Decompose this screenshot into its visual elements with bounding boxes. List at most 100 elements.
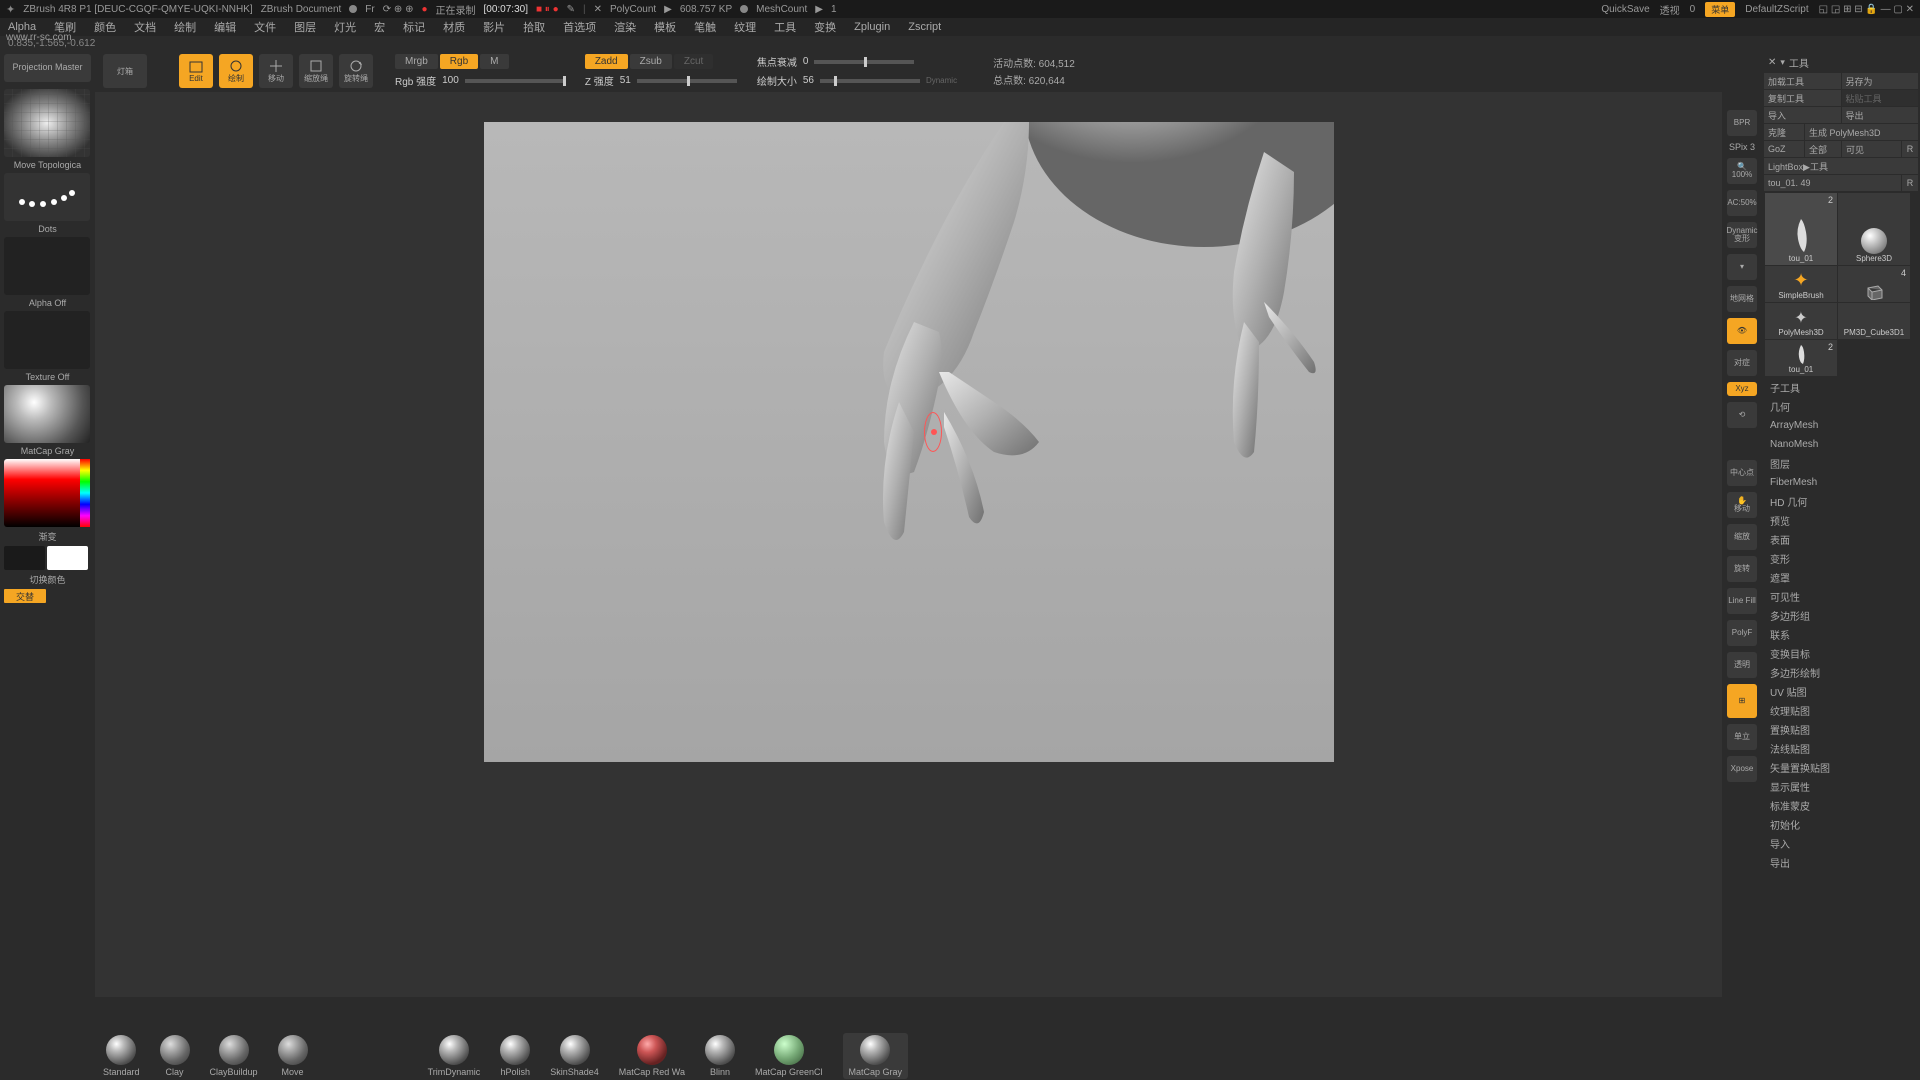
texture-preview[interactable] [4, 311, 90, 369]
tool-item-cube[interactable]: 4 [1838, 266, 1910, 302]
goz-r-button[interactable]: R [1902, 141, 1918, 157]
xyz-button[interactable]: Xyz [1727, 382, 1757, 396]
menu-tool[interactable]: 工具 [774, 19, 796, 35]
z-intensity-slider[interactable]: Z 强度 51 [585, 73, 737, 88]
menu-stencil[interactable]: 模板 [654, 19, 676, 35]
canvas-area[interactable] [95, 92, 1722, 997]
close-icon[interactable]: ✕ [1768, 57, 1776, 68]
rgb-intensity-slider[interactable]: Rgb 强度 100 [395, 73, 565, 88]
section-import[interactable]: 导入 [1764, 834, 1918, 852]
menu-marker[interactable]: 标记 [403, 19, 425, 35]
rec-controls-icon[interactable]: ■ ⏸ ● [536, 4, 559, 15]
brush-preview[interactable] [4, 89, 90, 157]
section-polypaint[interactable]: 多边形绘制 [1764, 663, 1918, 681]
floor-grid-button[interactable]: 地网格 [1727, 286, 1757, 312]
menu-preferences[interactable]: 首选项 [563, 19, 596, 35]
material-preview[interactable] [4, 385, 90, 443]
move-button[interactable]: ✋移动 [1727, 492, 1757, 518]
section-morph-target[interactable]: 变换目标 [1764, 644, 1918, 662]
zsub-button[interactable]: Zsub [630, 54, 672, 69]
menu-button[interactable]: 菜单 [1705, 2, 1735, 17]
material-matcap-red[interactable]: MatCap Red Wa [619, 1035, 685, 1077]
material-skinshade4[interactable]: SkinShade4 [550, 1035, 599, 1077]
tool-item-tou01[interactable]: 2tou_01 [1765, 193, 1837, 265]
make-polymesh-button[interactable]: 生成 PolyMesh3D [1805, 124, 1918, 140]
draw-size-slider[interactable]: 绘制大小 56 Dynamic [757, 73, 957, 88]
rotate-button[interactable]: 旋转 [1727, 556, 1757, 582]
goz-all-button[interactable]: 全部 [1805, 141, 1841, 157]
solo-button[interactable]: 单立 [1727, 724, 1757, 750]
section-masking[interactable]: 遮罩 [1764, 568, 1918, 586]
xpose-button[interactable]: Xpose [1727, 756, 1757, 782]
menu-transform[interactable]: 变换 [814, 19, 836, 35]
tool-item-sphere3d[interactable]: Sphere3D [1838, 193, 1910, 265]
clone-button[interactable]: 克隆 [1764, 124, 1804, 140]
stroke-dots-preview[interactable] [4, 173, 90, 221]
rotate-axis-button[interactable]: ⟲ [1727, 402, 1757, 428]
default-zscript[interactable]: DefaultZScript [1745, 4, 1808, 15]
section-uv-map[interactable]: UV 贴图 [1764, 682, 1918, 700]
menu-render[interactable]: 渲染 [614, 19, 636, 35]
menu-movie[interactable]: 影片 [483, 19, 505, 35]
quicksave-button[interactable]: QuickSave [1601, 4, 1649, 15]
menu-edit[interactable]: 编辑 [214, 19, 236, 35]
section-texture-map[interactable]: 纹理贴图 [1764, 701, 1918, 719]
polyframe-button[interactable]: PolyF [1727, 620, 1757, 646]
goz-visible-button[interactable]: 可见 [1842, 141, 1901, 157]
dynamic-button[interactable]: ⊞ [1727, 684, 1757, 718]
section-arraymesh[interactable]: ArrayMesh [1764, 416, 1918, 434]
menu-draw[interactable]: 绘制 [174, 19, 196, 35]
tool-item-star[interactable]: ✦SimpleBrush [1765, 266, 1837, 302]
current-tool-name[interactable]: tou_01. 49 [1764, 175, 1901, 191]
menu-layer[interactable]: 图层 [294, 19, 316, 35]
projection-master-button[interactable]: Projection Master [4, 54, 91, 82]
section-nanomesh[interactable]: NanoMesh [1764, 435, 1918, 453]
load-tool-button[interactable]: 加载工具 [1764, 73, 1841, 89]
mrgb-button[interactable]: Mrgb [395, 54, 438, 69]
tool-r-button[interactable]: R [1902, 175, 1918, 191]
edit-mode-button[interactable]: Edit [179, 54, 213, 88]
transparent-button[interactable]: 透明 [1727, 652, 1757, 678]
bpr-button[interactable]: BPR [1727, 110, 1757, 136]
m-button[interactable]: M [480, 54, 508, 69]
menu-macro[interactable]: 宏 [374, 19, 385, 35]
section-polygroups[interactable]: 多边形组 [1764, 606, 1918, 624]
menu-material[interactable]: 材质 [443, 19, 465, 35]
focal-shift-slider[interactable]: 焦点衰减 0 [757, 54, 957, 69]
zadd-button[interactable]: Zadd [585, 54, 628, 69]
section-contact[interactable]: 联系 [1764, 625, 1918, 643]
viewport[interactable] [484, 122, 1334, 762]
primary-color-swatch[interactable] [47, 546, 88, 570]
dynamic-persp-button[interactable]: Dynamic 变形 [1727, 222, 1757, 248]
section-deformation[interactable]: 变形 [1764, 549, 1918, 567]
tool-item-tou01-2[interactable]: 2tou_01 [1765, 340, 1837, 376]
section-displacement-map[interactable]: 置换贴图 [1764, 720, 1918, 738]
material-matcap-gray[interactable]: MatCap Gray [843, 1033, 909, 1079]
tool-panel-header[interactable]: ✕ ▾ 工具 [1764, 52, 1918, 72]
move-mode-button[interactable]: 移动 [259, 54, 293, 88]
menu-light[interactable]: 灯光 [334, 19, 356, 35]
section-export[interactable]: 导出 [1764, 853, 1918, 871]
menu-color[interactable]: 颜色 [94, 19, 116, 35]
scale-mode-button[interactable]: 缩放绳 [299, 54, 333, 88]
alpha-preview[interactable] [4, 237, 90, 295]
pencil-icon[interactable]: ✎ [567, 4, 575, 15]
import-button[interactable]: 导入 [1764, 107, 1841, 123]
line-fill-button[interactable]: Line Fill [1727, 588, 1757, 614]
alternate-button[interactable]: 交替 [4, 589, 46, 603]
menu-picker[interactable]: 拾取 [523, 19, 545, 35]
secondary-color-swatch[interactable] [4, 546, 45, 570]
brush-trimdynamic[interactable]: TrimDynamic [428, 1035, 481, 1077]
section-surface[interactable]: 表面 [1764, 530, 1918, 548]
save-as-button[interactable]: 另存为 [1842, 73, 1919, 89]
zoom-button[interactable]: 缩放 [1727, 524, 1757, 550]
color-picker[interactable] [4, 459, 90, 527]
lightbox-button[interactable]: 灯箱 [103, 54, 147, 88]
menu-document[interactable]: 文档 [134, 19, 156, 35]
menu-texture[interactable]: 纹理 [734, 19, 756, 35]
rotate-mode-button[interactable]: 旋转绳 [339, 54, 373, 88]
tool-item-pm3d-cube[interactable]: PM3D_Cube3D1 [1838, 303, 1910, 339]
section-geometry[interactable]: 几何 [1764, 397, 1918, 415]
section-subtool[interactable]: 子工具 [1764, 378, 1918, 396]
draw-mode-button[interactable]: 绘制 [219, 54, 253, 88]
